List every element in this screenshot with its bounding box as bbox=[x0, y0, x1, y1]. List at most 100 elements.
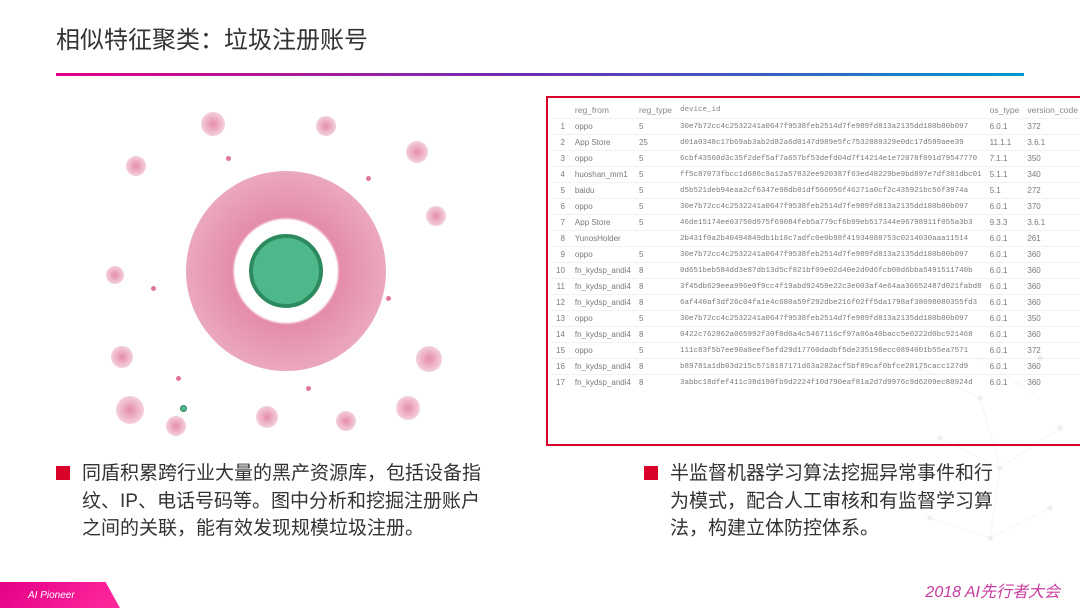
table-cell: fn_kydsp_andi4 bbox=[571, 375, 635, 391]
table-cell: oppo bbox=[571, 199, 635, 215]
table-cell: 350 bbox=[1023, 311, 1080, 327]
bullet-left-text: 同盾积累跨行业大量的黑产资源库，包括设备指纹、IP、电话号码等。图中分析和挖掘注… bbox=[82, 460, 496, 543]
footer-badge: AI Pioneer bbox=[0, 582, 120, 608]
col-header: device_id bbox=[676, 102, 986, 119]
table-row: 11fn_kydsp_andi483f45db629eea996e0f9cc4f… bbox=[552, 279, 1080, 295]
table-cell: 360 bbox=[1023, 375, 1080, 391]
table-cell: 5 bbox=[552, 183, 571, 199]
satellite-cluster bbox=[336, 411, 356, 431]
table-cell: 111c83f5b7ee90a8eef5efd29d17760dadbf5de2… bbox=[676, 343, 986, 359]
table-cell: App Store bbox=[571, 135, 635, 151]
satellite-cluster bbox=[166, 416, 186, 436]
footer-badge-text: AI Pioneer bbox=[28, 590, 75, 601]
table-row: 2App Store25d01a0348c17b69ab3ab2d82a6d01… bbox=[552, 135, 1080, 151]
table-cell: 6cbf43560d3c35f2def5af7a657bf53defd04d7f… bbox=[676, 151, 986, 167]
table-cell: 6.0.1 bbox=[986, 311, 1024, 327]
table-cell: oppo bbox=[571, 343, 635, 359]
table-cell: 6.0.1 bbox=[986, 247, 1024, 263]
satellite-cluster bbox=[396, 396, 420, 420]
table-cell: 8 bbox=[635, 279, 676, 295]
table-cell: oppo bbox=[571, 151, 635, 167]
table-cell: 372 bbox=[1023, 119, 1080, 135]
table-cell: 360 bbox=[1023, 263, 1080, 279]
table-cell: 8 bbox=[552, 231, 571, 247]
table-row: 14fn_kydsp_andi480422c762862a065992f30f0… bbox=[552, 327, 1080, 343]
table-cell: fn_kydsp_andi4 bbox=[571, 295, 635, 311]
table-cell: 9 bbox=[552, 247, 571, 263]
table-cell: 5 bbox=[635, 199, 676, 215]
table-cell: 25 bbox=[635, 135, 676, 151]
table-cell: YunosHolder bbox=[571, 231, 635, 247]
table-row: 4huoshan_mm15ff5c87073fbcc1d686c9a12a578… bbox=[552, 167, 1080, 183]
table-cell: 3.6.1 bbox=[1023, 135, 1080, 151]
satellite-cluster bbox=[426, 206, 446, 226]
satellite-cluster bbox=[316, 116, 336, 136]
table-cell: 7.1.1 bbox=[986, 151, 1024, 167]
satellite-cluster bbox=[106, 266, 124, 284]
table-cell: 261 bbox=[1023, 231, 1080, 247]
satellite-cluster bbox=[406, 141, 428, 163]
table-cell: 11.1.1 bbox=[986, 135, 1024, 151]
table-cell: 350 bbox=[1023, 151, 1080, 167]
satellite-cluster bbox=[111, 346, 133, 368]
table-cell: d5b521deb94eaa2cf6347e98db01df566056f462… bbox=[676, 183, 986, 199]
bullet-marker-icon bbox=[644, 466, 658, 480]
table-cell: 6.0.1 bbox=[986, 327, 1024, 343]
table-cell: 15 bbox=[552, 343, 571, 359]
table-cell: 8 bbox=[635, 375, 676, 391]
table-cell: fn_kydsp_andi4 bbox=[571, 359, 635, 375]
table-cell: 11 bbox=[552, 279, 571, 295]
cluster-visualization bbox=[56, 96, 516, 446]
table-row: 10fn_kydsp_andi480d651beb584dd3e87db13d5… bbox=[552, 263, 1080, 279]
table-row: 13oppo530e7b72cc4c2532241a0647f9538feb25… bbox=[552, 311, 1080, 327]
table-cell: 5 bbox=[635, 343, 676, 359]
table-cell: 30e7b72cc4c2532241a0647f9538feb2514d7fe9… bbox=[676, 311, 986, 327]
table-cell: 360 bbox=[1023, 279, 1080, 295]
col-header bbox=[552, 102, 571, 119]
table-cell: 6.0.1 bbox=[986, 295, 1024, 311]
table-cell: 5 bbox=[635, 215, 676, 231]
table-cell: 370 bbox=[1023, 199, 1080, 215]
table-cell: 360 bbox=[1023, 247, 1080, 263]
table-cell: 272 bbox=[1023, 183, 1080, 199]
table-cell: oppo bbox=[571, 247, 635, 263]
bullet-right-text: 半监督机器学习算法挖掘异常事件和行为模式，配合人工审核和有监督学习算法，构建立体… bbox=[670, 460, 1004, 543]
table-cell: 0422c762862a065992f30f0d0a4c5467116cf97a… bbox=[676, 327, 986, 343]
table-cell: 3abbc18dfef411c38d190fb9d2224f10d790eaf8… bbox=[676, 375, 986, 391]
outlier-dot bbox=[386, 296, 391, 301]
table-cell: 3.6.1 bbox=[1023, 215, 1080, 231]
table-cell: 6.0.1 bbox=[986, 343, 1024, 359]
outlier-dot bbox=[151, 286, 156, 291]
table-cell: 10 bbox=[552, 263, 571, 279]
table-cell: huoshan_mm1 bbox=[571, 167, 635, 183]
table-cell: 6.0.1 bbox=[986, 375, 1024, 391]
table-cell: 6.0.1 bbox=[986, 199, 1024, 215]
table-cell: 6.0.1 bbox=[986, 231, 1024, 247]
table-cell: d01a0348c17b69ab3ab2d82a6d0147d989e5fc75… bbox=[676, 135, 986, 151]
table-cell: 6 bbox=[552, 199, 571, 215]
table-cell: 30e7b72cc4c2532241a0647f9538feb2514d7fe9… bbox=[676, 199, 986, 215]
satellite-cluster bbox=[126, 156, 146, 176]
table-cell bbox=[635, 231, 676, 247]
table-cell: 8 bbox=[635, 327, 676, 343]
bullet-right: 半监督机器学习算法挖掘异常事件和行为模式，配合人工审核和有监督学习算法，构建立体… bbox=[644, 460, 1004, 543]
table-cell: 340 bbox=[1023, 167, 1080, 183]
table-cell: 5.1.1 bbox=[986, 167, 1024, 183]
data-table-panel: reg_fromreg_typedevice_idos_typeversion_… bbox=[546, 96, 1080, 446]
table-cell: 13 bbox=[552, 311, 571, 327]
table-cell: 360 bbox=[1023, 327, 1080, 343]
table-cell: 6.0.1 bbox=[986, 359, 1024, 375]
table-row: 12fn_kydsp_andi486af440af3df26c04fa1e4c6… bbox=[552, 295, 1080, 311]
slide-title: 相似特征聚类：垃圾注册账号 bbox=[0, 0, 1080, 65]
table-cell: 16 bbox=[552, 359, 571, 375]
main-cluster-core bbox=[249, 234, 323, 308]
table-cell: 6.0.1 bbox=[986, 279, 1024, 295]
table-cell: 6af440af3df26c04fa1e4c680a59f292dbe216f0… bbox=[676, 295, 986, 311]
col-header: os_type bbox=[986, 102, 1024, 119]
table-cell: baidu bbox=[571, 183, 635, 199]
table-cell: 5 bbox=[635, 247, 676, 263]
table-cell: 372 bbox=[1023, 343, 1080, 359]
table-cell: 3 bbox=[552, 151, 571, 167]
table-cell: 5 bbox=[635, 311, 676, 327]
table-cell: 8 bbox=[635, 359, 676, 375]
